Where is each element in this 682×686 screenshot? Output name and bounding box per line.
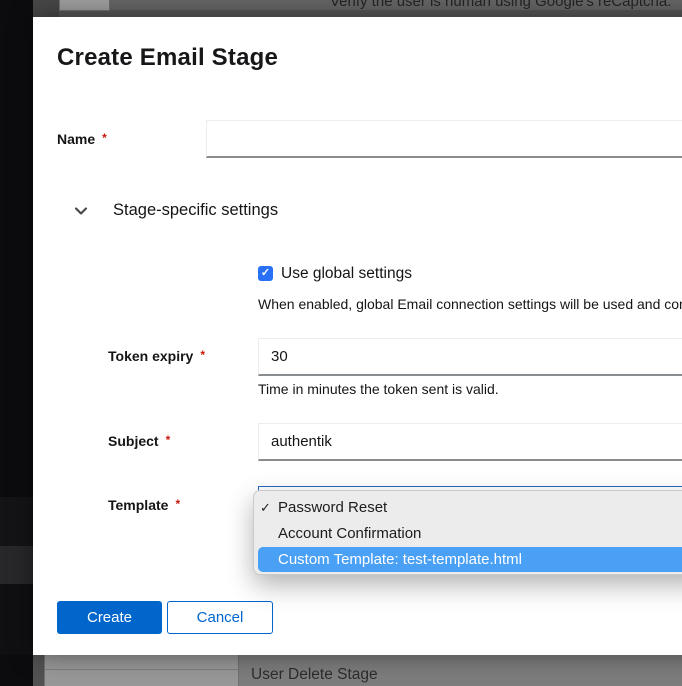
selected-check-icon: ✓ (260, 495, 271, 521)
token-expiry-label: Token expiry* (108, 348, 205, 366)
backdrop-top-box (59, 0, 110, 11)
sidebar (0, 0, 33, 686)
checkbox-check-icon: ✓ (261, 267, 270, 279)
template-dropdown-popup: ✓ Password Reset Account Confirmation Cu… (253, 490, 682, 575)
use-global-settings-label[interactable]: Use global settings (281, 265, 412, 283)
create-button[interactable]: Create (57, 601, 162, 634)
cancel-button[interactable]: Cancel (167, 601, 273, 634)
group-toggle-stage-specific-settings[interactable]: Stage-specific settings (71, 201, 291, 223)
required-asterisk: * (200, 348, 205, 362)
subject-label: Subject* (108, 433, 170, 451)
name-input[interactable] (206, 120, 682, 158)
backdrop-top-cell (33, 0, 59, 17)
name-label: Name* (57, 131, 107, 149)
required-asterisk: * (166, 433, 171, 447)
chevron-down-icon (74, 205, 88, 217)
backdrop-bottom-box-line (45, 669, 238, 670)
backdrop-top-strip: Verify the user is human using Google's … (33, 0, 682, 17)
required-asterisk: * (175, 497, 180, 511)
screen: Verify the user is human using Google's … (0, 0, 682, 686)
required-asterisk: * (102, 131, 107, 145)
modal-title: Create Email Stage (57, 44, 278, 72)
subject-input[interactable] (258, 423, 682, 461)
group-header-label: Stage-specific settings (113, 201, 278, 220)
backdrop-recaptcha-text: Verify the user is human using Google's … (330, 0, 671, 10)
backdrop-bottom-box (44, 655, 239, 686)
backdrop-bottom-strip: User Delete Stage (33, 655, 682, 686)
token-expiry-help: Time in minutes the token sent is valid. (258, 381, 499, 397)
backdrop-top-band (59, 10, 682, 17)
sidebar-item-block (0, 584, 33, 655)
option-account-confirmation[interactable]: Account Confirmation (254, 521, 682, 547)
option-password-reset[interactable]: ✓ Password Reset (254, 495, 682, 521)
token-expiry-input[interactable] (258, 338, 682, 376)
sidebar-item-block (0, 497, 33, 546)
backdrop-bottom-cell (33, 655, 44, 686)
option-custom-template[interactable]: Custom Template: test-template.html (258, 547, 682, 572)
backdrop-user-delete-stage-text: User Delete Stage (251, 666, 378, 684)
use-global-settings-checkbox[interactable]: ✓ (258, 266, 273, 281)
sidebar-item-block-active (0, 546, 33, 584)
template-label: Template* (108, 497, 180, 515)
use-global-settings-help: When enabled, global Email connection se… (258, 296, 682, 312)
